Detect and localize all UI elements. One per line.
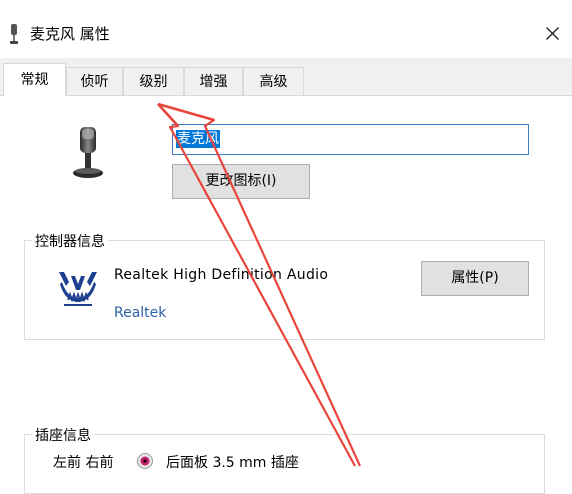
- properties-button[interactable]: 属性(P): [421, 261, 529, 296]
- vendor-link[interactable]: Realtek: [114, 305, 166, 321]
- tab-enhancements[interactable]: 增强: [184, 67, 243, 95]
- tab-advanced[interactable]: 高级: [243, 67, 304, 95]
- controller-device-name: Realtek High Definition Audio: [114, 267, 329, 283]
- title-bar: 麦克风 属性: [0, 0, 572, 58]
- tab-general[interactable]: 常规: [3, 63, 66, 96]
- controller-info-title: 控制器信息: [32, 231, 108, 251]
- tab-levels[interactable]: 级别: [123, 67, 184, 95]
- jack-color-icon: [137, 453, 153, 469]
- device-name-value: 麦克风: [176, 130, 220, 148]
- realtek-logo-icon: [59, 272, 97, 306]
- jack-info-title: 插座信息: [32, 425, 94, 445]
- jack-position: 左前 右前: [53, 455, 114, 471]
- microphone-icon: [10, 24, 18, 44]
- tab-listen[interactable]: 侦听: [66, 67, 123, 95]
- change-icon-button[interactable]: 更改图标(I): [172, 164, 310, 199]
- microphone-device-icon: [73, 127, 103, 178]
- device-name-input[interactable]: 麦克风: [172, 124, 529, 155]
- window-title: 麦克风 属性: [30, 25, 110, 43]
- close-button[interactable]: [530, 14, 572, 52]
- close-icon: [546, 27, 559, 40]
- jack-description: 后面板 3.5 mm 插座: [166, 455, 299, 471]
